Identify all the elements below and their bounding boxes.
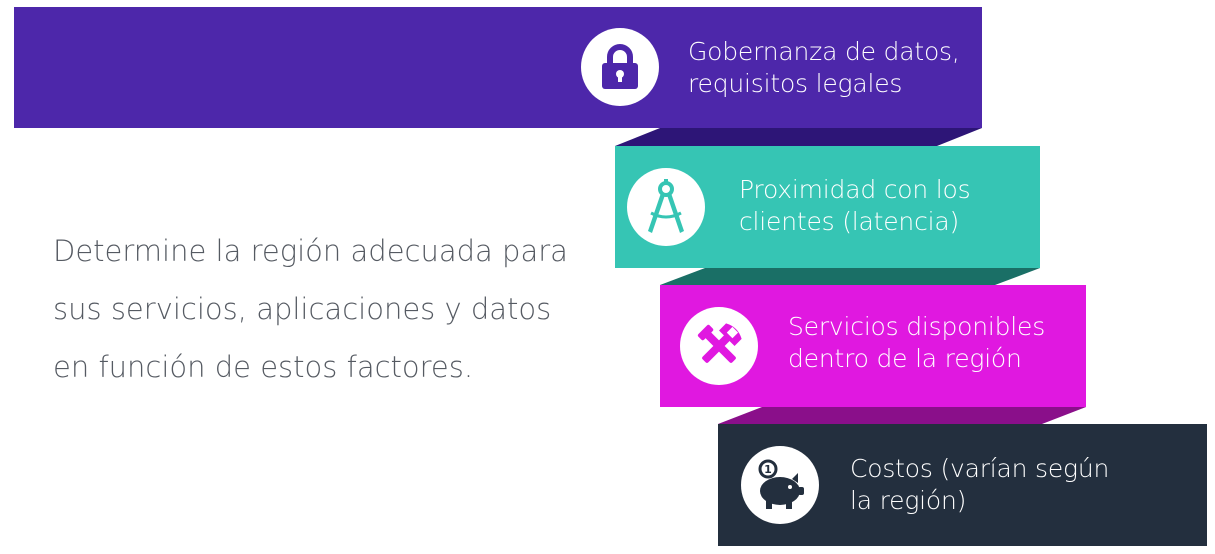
factor-label-customer-proximity: Proximidad con los clientes (latencia) bbox=[739, 175, 971, 236]
factor-icon-circle bbox=[680, 307, 758, 385]
factor-label-available-services: Servicios disponibles dentro de la regió… bbox=[788, 312, 1046, 373]
svg-text:1: 1 bbox=[764, 463, 772, 476]
factor-icon-circle bbox=[581, 28, 659, 106]
lock-icon bbox=[602, 44, 638, 89]
piggy-bank-icon: 1 bbox=[758, 459, 804, 509]
factor-icon-circle bbox=[627, 168, 705, 246]
tools-icon bbox=[697, 323, 742, 363]
compass-icon bbox=[648, 179, 684, 233]
factor-icon-circle: 1 bbox=[741, 446, 819, 524]
factor-label-costs: Costos (varían según la región) bbox=[850, 454, 1110, 515]
factor-label-data-governance: Gobernanza de datos, requisitos legales bbox=[688, 37, 960, 98]
